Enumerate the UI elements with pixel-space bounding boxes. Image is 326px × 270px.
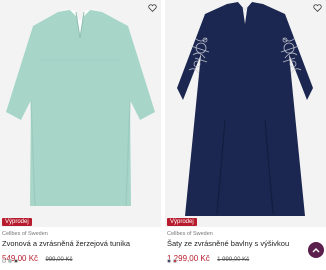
product-card-tunic[interactable]: Výprodej Cellbes of Sweden Zvonová a zvr… <box>0 0 161 270</box>
product-image-dress[interactable] <box>165 0 326 227</box>
dress-illustration <box>165 0 326 227</box>
color-swatch-red[interactable] <box>173 259 177 263</box>
color-swatches <box>2 259 18 263</box>
sale-badge: Výprodej <box>2 218 32 226</box>
original-price: 999,00 Kč <box>45 257 73 263</box>
price-row: 549,00 Kč 999,00 Kč <box>2 248 73 266</box>
scroll-to-top-button[interactable] <box>308 242 324 258</box>
color-swatch-mint[interactable] <box>8 259 12 263</box>
original-price: 1 999,00 Kč <box>217 257 250 263</box>
price-row: 1 299,00 Kč 1 999,00 Kč <box>167 248 249 266</box>
color-swatches <box>167 259 177 263</box>
chevron-up-icon <box>312 248 320 253</box>
product-image-tunic[interactable] <box>0 0 161 227</box>
tunic-illustration <box>0 0 161 227</box>
product-title[interactable]: Zvonová a zvrásněná žerzejová tunika <box>2 239 130 248</box>
color-swatch-white[interactable] <box>2 259 6 263</box>
color-swatch-black[interactable] <box>14 259 18 263</box>
product-card-dress[interactable]: Výprodej Cellbes of Sweden Šaty ze zvrás… <box>165 0 326 270</box>
product-brand: Cellbes of Sweden <box>2 231 48 237</box>
favorite-heart-icon[interactable] <box>146 2 158 14</box>
color-swatch-navy[interactable] <box>167 259 171 263</box>
favorite-heart-icon[interactable] <box>311 2 323 14</box>
sale-badge: Výprodej <box>167 218 197 226</box>
product-title[interactable]: Šaty ze zvrásněné bavlny s výšivkou <box>167 239 289 248</box>
product-brand: Cellbes of Sweden <box>167 231 213 237</box>
